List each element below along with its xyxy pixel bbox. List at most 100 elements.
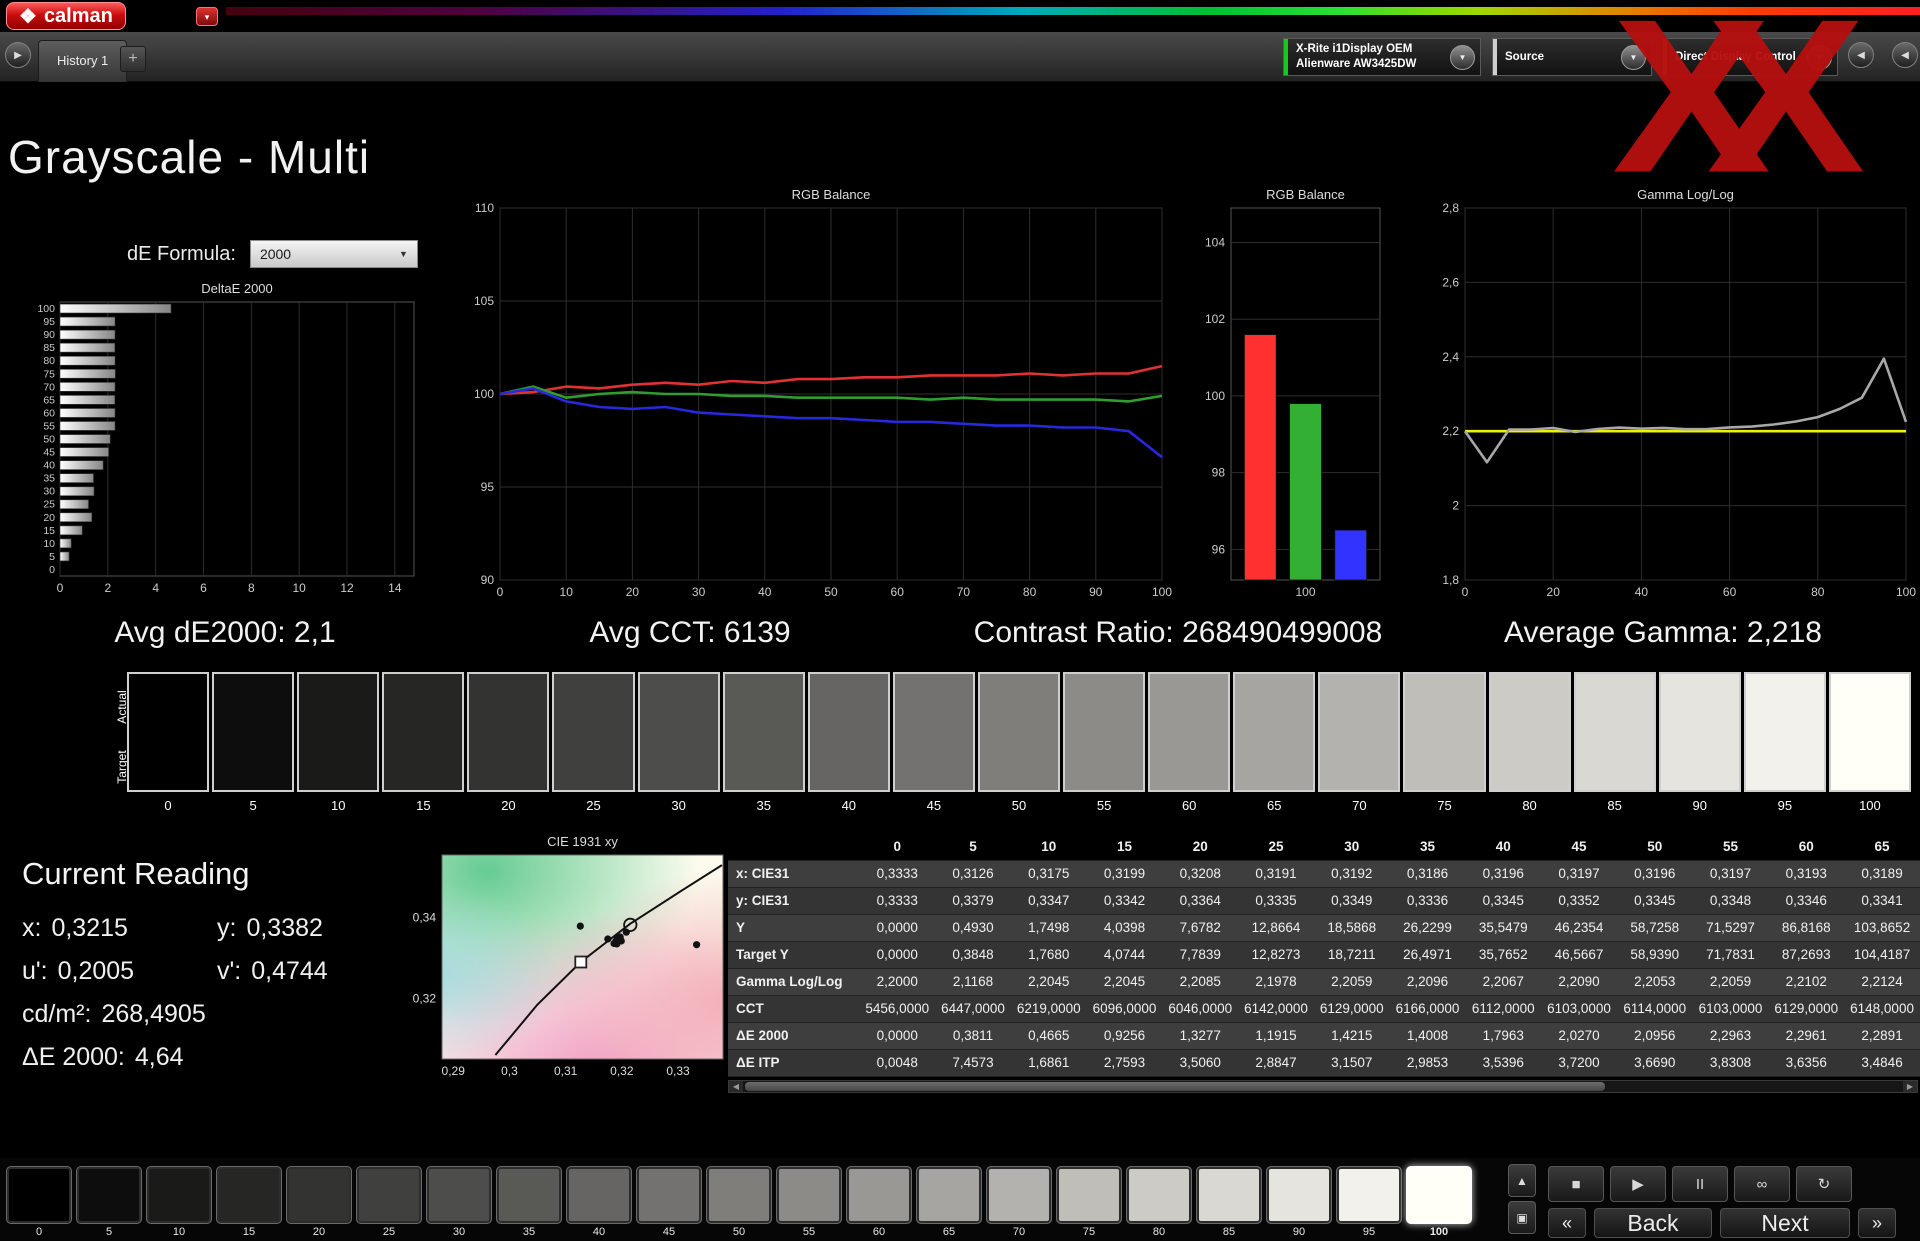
reading-v-value: 0,4744 [251,957,327,986]
display-control-label: Direct Display Control [1675,50,1799,65]
reading-u-value: 0,2005 [58,957,134,986]
table-cell: 6103,0000 [1693,995,1769,1022]
table-cell: 2,2963 [1693,1022,1769,1049]
table-cell: 2,2102 [1768,968,1844,995]
patch-level-label: 40 [593,1226,605,1238]
table-column-header: 50 [1617,833,1693,860]
add-tab-button[interactable]: + [120,46,146,72]
patch-color [706,1166,772,1224]
table-row: ΔE 20000,00000,38110,46650,92561,32771,1… [728,1022,1920,1049]
pattern-window-button[interactable]: ▣ [1508,1201,1536,1234]
grayscale-patch-button[interactable]: 45 [636,1166,702,1238]
swatch-level-label: 60 [1148,798,1230,813]
svg-text:0,32: 0,32 [610,1064,634,1078]
play-button[interactable]: ▶ [1610,1166,1666,1202]
svg-text:98: 98 [1212,466,1226,480]
chevron-down-icon[interactable]: ▼ [1807,45,1832,70]
stat-avg-cct: Avg CCT: 6139 [525,616,855,650]
svg-text:2: 2 [104,581,111,595]
stat-contrast: Contrast Ratio: 268490499008 [938,616,1418,650]
table-cell: 0,3335 [1238,887,1314,914]
grayscale-patch-button[interactable]: 40 [566,1166,632,1238]
grayscale-swatch [638,672,720,792]
de-formula-select[interactable]: 2000 ▼ [250,240,418,268]
loop-button[interactable]: ∞ [1734,1166,1790,1202]
table-column-header: 25 [1238,833,1314,860]
collapse-button[interactable]: ▲ [1508,1164,1536,1197]
next-fast-button[interactable]: » [1858,1208,1896,1238]
grayscale-patch-button[interactable]: 10 [146,1166,212,1238]
svg-text:0,33: 0,33 [666,1064,690,1078]
calman-logo[interactable]: ❖ calman [6,2,126,30]
meter-dropdown[interactable]: X-Rite i1Display OEM Alienware AW3425DW … [1283,38,1481,76]
chevron-down-icon[interactable]: ▼ [1621,45,1646,70]
grayscale-patch-button[interactable]: 70 [986,1166,1052,1238]
grayscale-patch-button[interactable]: 65 [916,1166,982,1238]
grayscale-patch-button[interactable]: 5 [76,1166,142,1238]
stop-button[interactable]: ■ [1548,1166,1604,1202]
gamma-line-chart: 0204060801001,822,22,42,62,8Gamma Log/Lo… [1425,180,1920,610]
next-button[interactable]: Next [1720,1208,1850,1238]
svg-text:100: 100 [37,303,55,315]
table-cell: 1,1915 [1238,1022,1314,1049]
grayscale-patch-button[interactable]: 75 [1056,1166,1122,1238]
svg-text:80: 80 [43,355,55,367]
table-cell: 2,2096 [1390,968,1466,995]
swatch-level-label: 35 [723,798,805,813]
swatch-level-label: 80 [1489,798,1571,813]
grayscale-patch-button[interactable]: 85 [1196,1166,1262,1238]
grayscale-patch-button[interactable]: 15 [216,1166,282,1238]
svg-text:2,8: 2,8 [1442,201,1459,215]
grayscale-swatch [893,672,975,792]
table-column-header: 20 [1162,833,1238,860]
table-cell: 5456,0000 [859,995,935,1022]
grayscale-swatch [1233,672,1315,792]
grayscale-patch-button[interactable]: 50 [706,1166,772,1238]
svg-text:96: 96 [1212,542,1226,556]
tab-history-1[interactable]: History 1 [38,40,127,82]
swatch-level-label: 5 [212,798,294,813]
tab-scroll-left-button[interactable]: ▶ [5,42,31,68]
panel-scroll-right-button[interactable]: ◀ [1892,42,1918,68]
svg-text:104: 104 [1205,236,1225,250]
grayscale-patch-button[interactable]: 0 [6,1166,72,1238]
grayscale-patch-button[interactable]: 30 [426,1166,492,1238]
grayscale-patch-button[interactable]: 95 [1336,1166,1402,1238]
grayscale-patch-button[interactable]: 80 [1126,1166,1192,1238]
table-cell: 0,3342 [1087,887,1163,914]
scrollbar-thumb[interactable] [745,1082,1605,1091]
table-cell: 6129,0000 [1768,995,1844,1022]
back-button[interactable]: Back [1594,1208,1712,1238]
svg-text:100: 100 [1295,585,1315,599]
table-cell: 1,4008 [1390,1022,1466,1049]
source-dropdown[interactable]: Source ▼ [1492,38,1652,76]
source-label: Source [1505,50,1613,65]
logo-menu-button[interactable]: ▾ [196,7,218,26]
grayscale-patch-button[interactable]: 100 [1406,1166,1472,1238]
scroll-left-icon[interactable]: ◀ [729,1081,743,1092]
scroll-right-icon[interactable]: ▶ [1903,1081,1917,1092]
patch-color [986,1166,1052,1224]
grayscale-patch-button[interactable]: 60 [846,1166,912,1238]
grayscale-swatch [1489,672,1571,792]
grayscale-patch-button[interactable]: 55 [776,1166,842,1238]
refresh-button[interactable]: ↻ [1796,1166,1852,1202]
back-fast-button[interactable]: « [1548,1208,1586,1238]
grayscale-patch-button[interactable]: 35 [496,1166,562,1238]
grayscale-patch-button[interactable]: 90 [1266,1166,1332,1238]
table-cell: 0,3811 [935,1022,1011,1049]
swatch-level-label: 100 [1829,798,1911,813]
grayscale-patch-button[interactable]: 20 [286,1166,352,1238]
table-horizontal-scrollbar[interactable]: ◀ ▶ [728,1080,1918,1093]
svg-text:65: 65 [43,394,55,406]
table-cell: 0,3199 [1087,860,1163,887]
panel-scroll-left-button[interactable]: ◀ [1848,42,1874,68]
calman-logo-text: calman [44,5,113,28]
chevron-down-icon[interactable]: ▼ [1450,45,1475,70]
pattern-button[interactable]: II [1672,1166,1728,1202]
display-control-dropdown[interactable]: Direct Display Control ▼ [1662,38,1838,76]
grayscale-patch-button[interactable]: 25 [356,1166,422,1238]
grayscale-swatch [297,672,379,792]
patch-level-label: 80 [1153,1226,1165,1238]
table-row: x: CIE310,33330,31260,31750,31990,32080,… [728,860,1920,887]
